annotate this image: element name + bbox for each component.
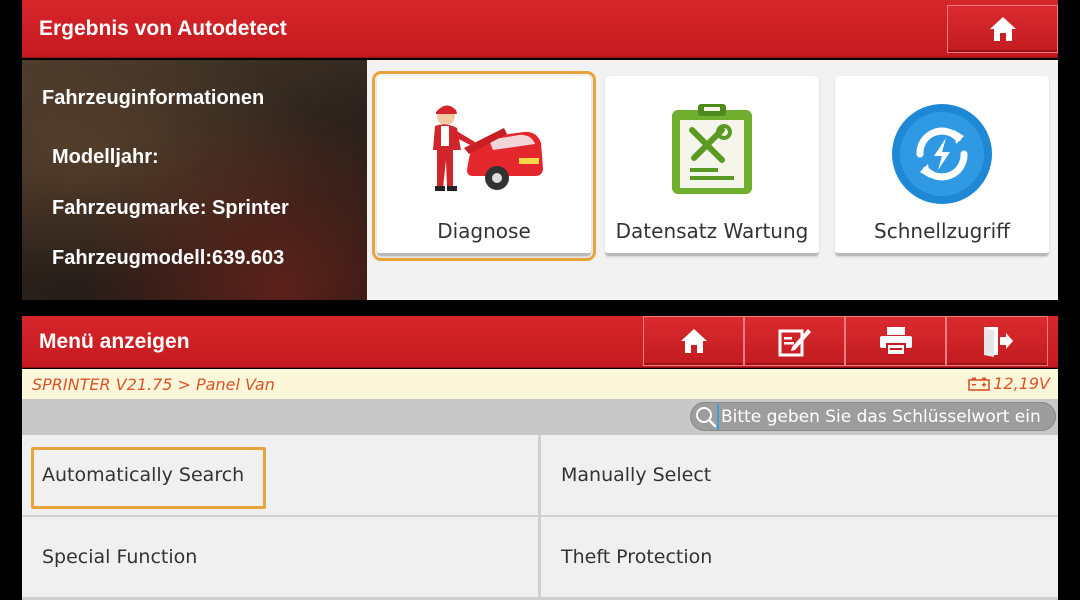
tile-label: Schnellzugriff — [874, 219, 1010, 243]
mechanic-car-icon — [433, 105, 543, 191]
home-icon — [680, 329, 707, 353]
search-box[interactable] — [690, 402, 1056, 431]
menu-item-label: Special Function — [42, 546, 198, 568]
breadcrumb-bar: SPRINTER V21.75 > Panel Van 12,19V — [22, 369, 1058, 399]
print-icon — [879, 327, 912, 356]
search-input[interactable] — [717, 403, 1053, 430]
vehicle-make: Fahrzeugmarke: Sprinter — [52, 197, 289, 219]
menu-grid: Automatically Search Manually Select Spe… — [22, 435, 1058, 600]
search-icon — [696, 406, 717, 427]
vehicle-info-title: Fahrzeuginformationen — [42, 87, 265, 109]
page-title: Ergebnis von Autodetect — [39, 17, 287, 40]
tile-datensatz-wartung[interactable]: Datensatz Wartung — [605, 76, 819, 256]
battery-icon — [968, 377, 991, 391]
function-tiles: Diagnose Datensatz Wartung Schnellzugrif… — [367, 60, 1058, 300]
top-header: Ergebnis von Autodetect — [22, 0, 1058, 58]
clipboard-tools-icon — [672, 104, 752, 194]
menu-item-theft-protection[interactable]: Theft Protection — [541, 517, 1058, 597]
tile-schnellzugriff[interactable]: Schnellzugriff — [835, 76, 1049, 256]
model-year: Modelljahr: — [52, 146, 159, 168]
menu-item-label: Manually Select — [561, 464, 712, 486]
edit-icon — [778, 329, 811, 357]
exit-button[interactable] — [946, 316, 1048, 366]
breadcrumb: SPRINTER V21.75 > Panel Van — [32, 375, 275, 394]
quick-access-icon — [892, 104, 992, 204]
battery-voltage: 12,19V — [968, 374, 1050, 393]
tile-label: Diagnose — [437, 219, 531, 243]
menu-item-automatically-search[interactable]: Automatically Search — [22, 435, 538, 515]
menu-item-label: Theft Protection — [561, 546, 713, 568]
edit-button[interactable] — [744, 316, 845, 366]
print-button[interactable] — [845, 316, 946, 366]
menu-home-button[interactable] — [643, 316, 744, 366]
exit-icon — [984, 327, 1013, 357]
home-button[interactable] — [947, 5, 1058, 53]
vehicle-model: Fahrzeugmodell:639.603 — [52, 247, 285, 269]
menu-item-label: Automatically Search — [42, 464, 245, 486]
search-bar — [22, 399, 1058, 435]
tile-label: Datensatz Wartung — [615, 219, 809, 243]
menu-header: Menü anzeigen — [22, 316, 1058, 368]
home-icon — [989, 17, 1016, 41]
vehicle-info-panel: Fahrzeuginformationen Modelljahr: Fahrze… — [22, 60, 367, 300]
menu-item-special-function[interactable]: Special Function — [22, 517, 538, 597]
voltage-value: 12,19V — [993, 374, 1050, 393]
tile-diagnose[interactable]: Diagnose — [372, 71, 596, 261]
menu-item-manually-select[interactable]: Manually Select — [541, 435, 1058, 515]
menu-title: Menü anzeigen — [39, 330, 190, 353]
